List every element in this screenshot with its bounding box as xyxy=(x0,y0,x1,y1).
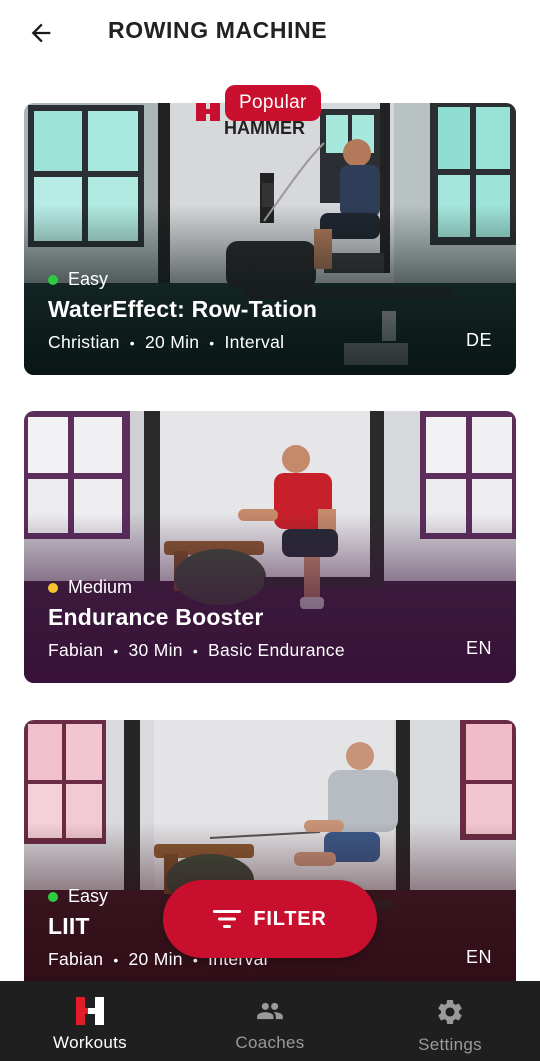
workout-title: WaterEffect: Row-Tation xyxy=(48,296,318,322)
workout-title: Endurance Booster xyxy=(48,604,264,630)
nav-label-coaches: Coaches xyxy=(235,1033,305,1052)
hammer-brand-sign: HAMMER xyxy=(224,118,305,138)
category: Basic Endurance xyxy=(208,640,345,660)
nav-item-coaches[interactable]: Coaches xyxy=(180,981,360,1061)
workout-meta: Fabian • 30 Min • Basic Endurance xyxy=(48,640,492,661)
meta-separator: • xyxy=(113,642,119,659)
language-tag: DE xyxy=(465,330,492,350)
app-header: ROWING MACHINE xyxy=(0,0,540,66)
level-indicator-dot xyxy=(48,891,58,902)
popular-badge: Popular xyxy=(225,85,321,121)
difficulty-level: Medium xyxy=(48,577,492,598)
meta-separator: • xyxy=(209,334,215,351)
level-label: Easy xyxy=(68,886,109,906)
meta-separator: • xyxy=(129,334,135,351)
card-info: Easy WaterEffect: Row-Tation Christian •… xyxy=(48,269,492,353)
workout-meta: Christian • 20 Min • Interval xyxy=(48,332,492,353)
arrow-left-icon xyxy=(31,23,51,43)
back-button[interactable] xyxy=(22,14,60,52)
nav-item-settings[interactable]: Settings xyxy=(360,981,540,1061)
language-tag: EN xyxy=(465,947,492,967)
meta-separator: • xyxy=(192,642,199,659)
coach-name: Christian xyxy=(48,332,120,352)
filter-label: FILTER xyxy=(253,907,327,930)
filter-icon xyxy=(213,910,242,928)
duration: 30 Min xyxy=(128,640,183,660)
coach-name: Fabian xyxy=(48,640,104,660)
nav-label-workouts: Workouts xyxy=(53,1033,127,1052)
language-tag: EN xyxy=(465,638,492,658)
coach-name: Fabian xyxy=(48,949,104,969)
nav-item-workouts[interactable]: Workouts xyxy=(0,981,180,1061)
people-icon xyxy=(257,1002,283,1020)
level-label: Easy xyxy=(68,269,109,289)
level-indicator-dot xyxy=(48,274,58,285)
workout-card[interactable]: Medium Endurance Booster Fabian • 30 Min… xyxy=(24,411,516,683)
meta-separator: • xyxy=(113,951,119,968)
card-info: Medium Endurance Booster Fabian • 30 Min… xyxy=(48,577,492,661)
hammer-logo-icon xyxy=(76,997,104,1025)
workout-card[interactable]: HAMMER Easy WaterEffect: Row-Tation Chri… xyxy=(24,103,516,375)
gear-icon xyxy=(438,1000,462,1024)
nav-label-settings: Settings xyxy=(418,1035,482,1054)
difficulty-level: Easy xyxy=(48,269,492,290)
category: Interval xyxy=(224,332,285,352)
level-indicator-dot xyxy=(48,582,58,593)
duration: 20 Min xyxy=(144,332,200,352)
filter-button[interactable]: FILTER xyxy=(163,880,377,958)
bottom-navigation: Workouts Coaches Settings xyxy=(0,981,540,1061)
level-label: Medium xyxy=(68,577,133,597)
page-title: ROWING MACHINE xyxy=(108,17,328,43)
duration: 20 Min xyxy=(128,949,183,969)
